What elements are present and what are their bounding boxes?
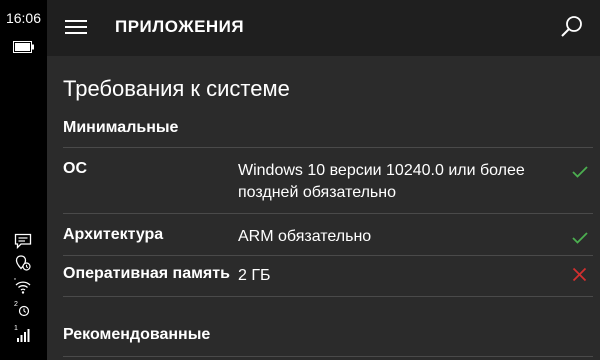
sim2-signal-icon: 2	[14, 300, 32, 318]
divider	[63, 147, 593, 148]
check-icon	[572, 231, 588, 249]
location-icon	[14, 254, 32, 272]
divider	[63, 213, 593, 214]
hamburger-menu-icon[interactable]	[65, 18, 87, 36]
requirement-row-architecture: Архитектура ARM обязательно	[63, 226, 600, 250]
cross-icon	[572, 267, 587, 287]
app-header: ПРИЛОЖЕНИЯ	[47, 0, 600, 56]
check-icon	[572, 165, 588, 183]
minimal-requirements-heading: Минимальные	[63, 119, 179, 136]
requirement-label: Архитектура	[63, 226, 164, 243]
divider	[63, 255, 593, 256]
requirement-value: Windows 10 версии 10240.0 или более позд…	[238, 162, 525, 201]
status-bar: 16:06 * 2 1	[0, 0, 47, 360]
requirement-row-memory: Оперативная память 2 ГБ	[63, 265, 600, 289]
status-time: 16:06	[5, 10, 42, 26]
svg-text:1: 1	[14, 325, 18, 332]
requirement-label: Оперативная память	[63, 265, 230, 282]
wifi-icon: *	[14, 277, 32, 295]
requirement-row-os: ОС Windows 10 версии 10240.0 или более п…	[63, 160, 600, 208]
requirement-value: 2 ГБ	[238, 267, 271, 284]
search-icon[interactable]	[559, 14, 585, 40]
section-title: Требования к системе	[63, 76, 290, 101]
message-icon	[14, 233, 32, 249]
requirement-value: ARM обязательно	[238, 228, 372, 245]
sim1-signal-icon: 1	[14, 324, 32, 344]
store-app: ПРИЛОЖЕНИЯ Требования к системе Минималь…	[47, 0, 600, 360]
divider	[63, 296, 593, 297]
svg-text:*: *	[14, 278, 16, 284]
svg-text:2: 2	[14, 301, 18, 308]
battery-icon	[13, 40, 35, 58]
recommended-requirements-heading: Рекомендованные	[63, 326, 211, 343]
header-title: ПРИЛОЖЕНИЯ	[115, 17, 245, 36]
divider	[63, 356, 593, 357]
requirement-label: ОС	[63, 160, 87, 177]
